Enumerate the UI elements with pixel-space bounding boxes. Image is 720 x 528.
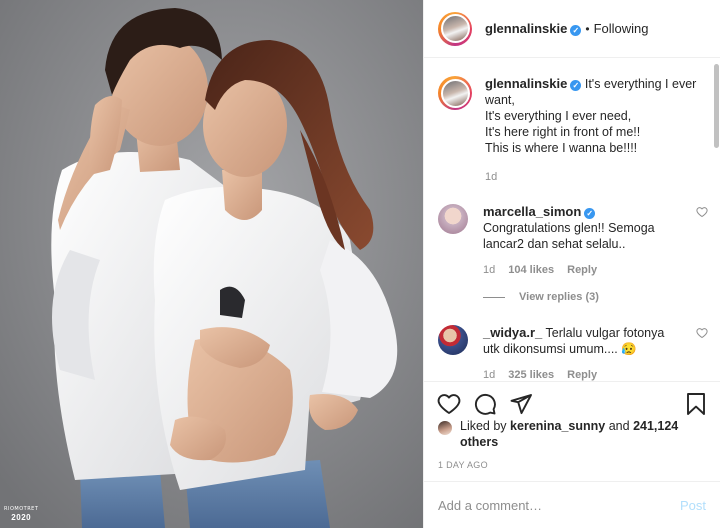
- post-side-panel: glennalinskie ✓ • Following glennalinskie ✓ …: [423, 0, 720, 528]
- caption-username[interactable]: glennalinskie: [485, 76, 567, 91]
- verified-badge-icon: ✓: [584, 208, 596, 219]
- caption-time: 1d: [485, 171, 498, 183]
- watermark-year: 2020: [11, 513, 32, 522]
- watermark-brand: RIOMOTRET: [4, 506, 39, 512]
- like-comment-heart-icon[interactable]: [696, 206, 708, 218]
- liker-username[interactable]: kerenina_sunny: [510, 419, 605, 433]
- likes-conjunction: and: [608, 419, 630, 433]
- verified-badge-icon: ✓: [570, 80, 582, 91]
- comment-meta: 1d 325 likes Reply: [483, 367, 673, 381]
- comment-time: 1d: [483, 264, 496, 276]
- comments-scrollbar[interactable]: [714, 64, 719, 148]
- comment-icon[interactable]: [473, 392, 497, 416]
- comment-meta: 1d 104 likes Reply: [483, 262, 673, 278]
- caption-line: It's everything I ever need,: [485, 109, 632, 123]
- view-replies-label: View replies (3): [519, 291, 599, 303]
- comment-text: Congratulations glen!! Semoga lancar2 da…: [483, 221, 655, 251]
- comment-likes[interactable]: 104 likes: [508, 264, 554, 276]
- caption: glennalinskie ✓ It's everything I ever wa…: [438, 76, 705, 185]
- post-comment-button[interactable]: Post: [680, 498, 706, 513]
- separator-dot: •: [585, 22, 590, 36]
- comment-avatar[interactable]: [438, 325, 468, 355]
- comment-time: 1d: [483, 369, 496, 381]
- comment-item: _widya.r_ Terlalu vulgar fotonya utk dik…: [438, 325, 708, 381]
- comment-likes[interactable]: 325 likes: [508, 369, 554, 381]
- comment-item: marcella_simon ✓ Congratulations glen!! S…: [438, 204, 708, 278]
- verified-badge-icon: ✓: [570, 25, 582, 36]
- author-avatar[interactable]: [438, 11, 472, 46]
- couple-photo-illustration: [0, 0, 423, 528]
- post-timestamp[interactable]: 1 DAY AGO: [438, 460, 488, 470]
- caption-avatar[interactable]: [438, 76, 472, 110]
- share-icon[interactable]: [509, 392, 533, 416]
- like-comment-heart-icon[interactable]: [696, 327, 708, 339]
- reply-button[interactable]: Reply: [567, 369, 597, 381]
- comment-username[interactable]: marcella_simon: [483, 204, 581, 219]
- emoji-sad-icon: 😥: [621, 342, 637, 356]
- comment-username[interactable]: _widya.r_: [483, 325, 542, 340]
- add-comment-bar: Post: [424, 481, 720, 528]
- following-button[interactable]: Following: [594, 21, 649, 36]
- liker-avatar[interactable]: [438, 421, 452, 435]
- likes-summary: Liked by kerenina_sunny and 241,124 othe…: [438, 418, 710, 450]
- post-header: glennalinskie ✓ • Following: [424, 0, 720, 58]
- comment-input[interactable]: [438, 497, 680, 513]
- author-info: glennalinskie ✓ • Following: [485, 21, 649, 36]
- post-photo[interactable]: RIOMOTRET 2020: [0, 0, 423, 528]
- caption-line: This is where I wanna be!!!!: [485, 141, 638, 155]
- bookmark-icon[interactable]: [684, 392, 708, 416]
- reply-button[interactable]: Reply: [567, 264, 597, 276]
- heart-icon[interactable]: [437, 392, 461, 416]
- instagram-post: RIOMOTRET 2020 glennalinskie ✓ • Following …: [0, 0, 720, 528]
- view-replies-button[interactable]: View replies (3): [483, 291, 599, 303]
- author-username[interactable]: glennalinskie: [485, 21, 567, 36]
- liked-by-label: Liked by: [460, 419, 507, 433]
- view-replies-line: [483, 296, 505, 298]
- caption-line: It's here right in front of me!!: [485, 125, 641, 139]
- comment-avatar[interactable]: [438, 204, 468, 234]
- comments-list[interactable]: glennalinskie ✓ It's everything I ever wa…: [424, 59, 720, 381]
- photo-watermark: RIOMOTRET 2020: [4, 507, 38, 522]
